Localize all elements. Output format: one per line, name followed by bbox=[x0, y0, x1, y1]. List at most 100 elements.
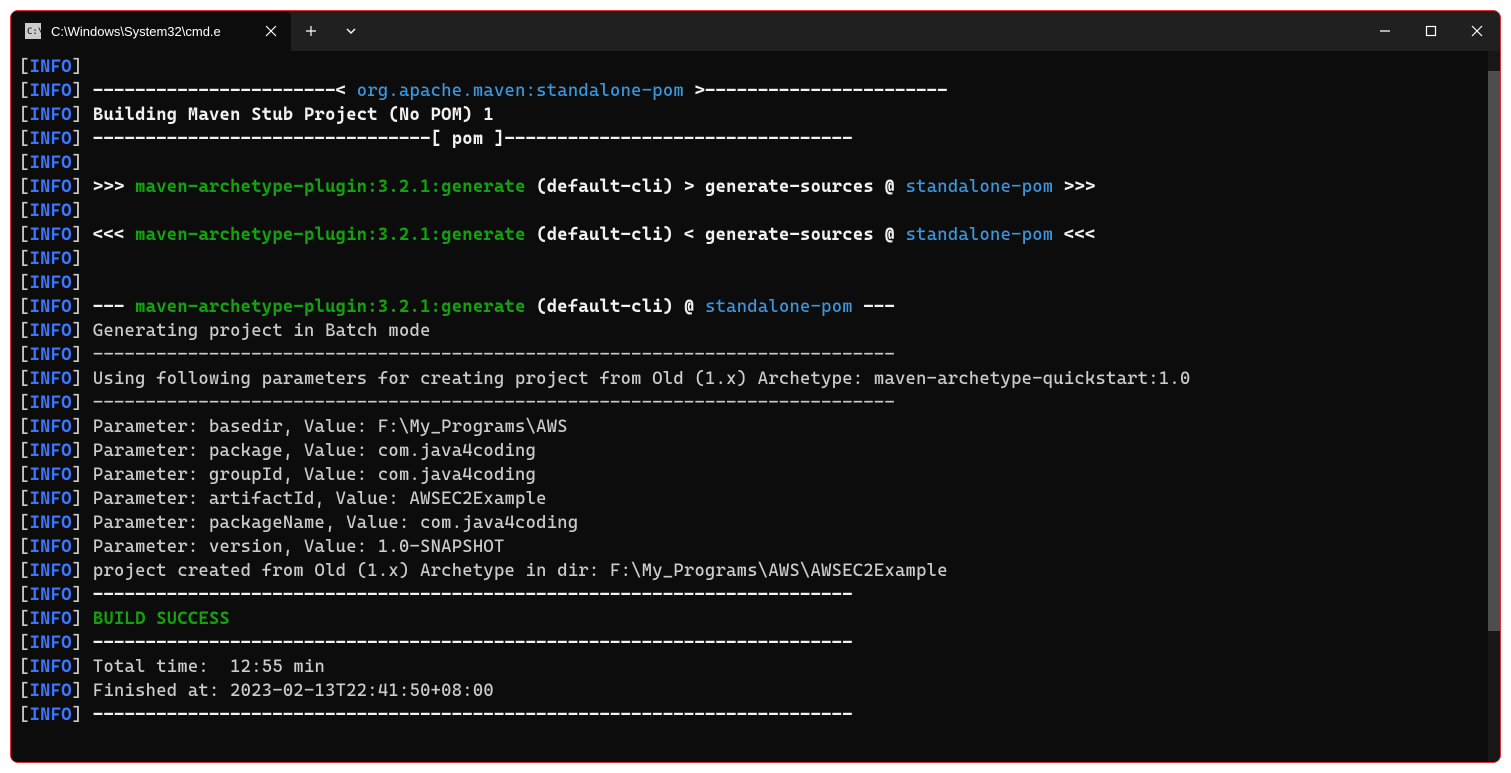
log-level: INFO bbox=[30, 201, 72, 221]
terminal-line: [INFO] bbox=[19, 199, 1492, 223]
tab-close-button[interactable] bbox=[261, 21, 281, 41]
bracket-close: ] bbox=[72, 273, 83, 293]
bracket-close: ] bbox=[72, 297, 83, 317]
log-segment bbox=[82, 225, 93, 245]
window-controls bbox=[1362, 11, 1500, 51]
terminal-line: [INFO] project created from Old (1.x) Ar… bbox=[19, 559, 1492, 583]
log-segment: generate-sources bbox=[705, 177, 874, 197]
log-segment: (default-cli) bbox=[536, 225, 673, 245]
log-segment: project created from Old (1.x) Archetype… bbox=[82, 561, 947, 581]
bracket-open: [ bbox=[19, 81, 30, 101]
log-segment: BUILD SUCCESS bbox=[93, 609, 230, 629]
log-level: INFO bbox=[30, 81, 72, 101]
bracket-close: ] bbox=[72, 249, 83, 269]
terminal-line: [INFO] >>> maven-archetype-plugin:3.2.1:… bbox=[19, 175, 1492, 199]
titlebar-drag-area[interactable] bbox=[371, 11, 1362, 51]
tab-active[interactable]: C:\ C:\Windows\System32\cmd.e bbox=[11, 11, 291, 51]
log-segment: Building Maven Stub Project (No POM) 1 bbox=[93, 105, 494, 125]
log-segment: ----------------------------------------… bbox=[82, 345, 895, 365]
bracket-close: ] bbox=[72, 609, 83, 629]
new-tab-button[interactable] bbox=[291, 11, 331, 51]
bracket-open: [ bbox=[19, 417, 30, 437]
bracket-open: [ bbox=[19, 249, 30, 269]
tab-dropdown-button[interactable] bbox=[331, 11, 371, 51]
log-segment: Parameter: artifactId, Value: AWSEC2Exam… bbox=[82, 489, 546, 509]
log-segment: Parameter: basedir, Value: F:\My_Program… bbox=[82, 417, 567, 437]
log-segment: >>> bbox=[1053, 177, 1095, 197]
bracket-close: ] bbox=[72, 57, 83, 77]
log-level: INFO bbox=[30, 249, 72, 269]
terminal-line: [INFO] Finished at: 2023-02-13T22:41:50+… bbox=[19, 679, 1492, 703]
log-segment: maven-archetype-plugin:3.2.1:generate bbox=[135, 177, 526, 197]
titlebar: C:\ C:\Windows\System32\cmd.e bbox=[11, 11, 1500, 51]
terminal-line: [INFO] Parameter: package, Value: com.ja… bbox=[19, 439, 1492, 463]
log-segment bbox=[82, 177, 93, 197]
log-segment: Parameter: groupId, Value: com.java4codi… bbox=[82, 465, 536, 485]
bracket-open: [ bbox=[19, 537, 30, 557]
bracket-close: ] bbox=[72, 633, 83, 653]
terminal-line: [INFO] bbox=[19, 55, 1492, 79]
log-level: INFO bbox=[30, 657, 72, 677]
log-segment: Parameter: version, Value: 1.0-SNAPSHOT bbox=[82, 537, 504, 557]
terminal-line: [INFO] ---------------------------------… bbox=[19, 343, 1492, 367]
log-level: INFO bbox=[30, 609, 72, 629]
log-level: INFO bbox=[30, 705, 72, 725]
log-level: INFO bbox=[30, 153, 72, 173]
log-segment: generate-sources bbox=[705, 225, 874, 245]
tab-title: C:\Windows\System32\cmd.e bbox=[51, 24, 251, 39]
terminal-output[interactable]: [INFO][INFO] -----------------------< or… bbox=[11, 51, 1500, 762]
minimize-button[interactable] bbox=[1362, 11, 1408, 51]
scrollbar-thumb[interactable] bbox=[1488, 71, 1500, 631]
log-segment: >----------------------- bbox=[684, 81, 948, 101]
log-level: INFO bbox=[30, 273, 72, 293]
terminal-line: [INFO] <<< maven-archetype-plugin:3.2.1:… bbox=[19, 223, 1492, 247]
terminal-line: [INFO] Parameter: packageName, Value: co… bbox=[19, 511, 1492, 535]
bracket-close: ] bbox=[72, 105, 83, 125]
log-level: INFO bbox=[30, 297, 72, 317]
log-segment: Finished at: 2023-02-13T22:41:50+08:00 bbox=[82, 681, 494, 701]
cmd-icon: C:\ bbox=[25, 23, 41, 39]
log-segment: (default-cli) bbox=[536, 297, 673, 317]
log-segment: >>> bbox=[93, 177, 135, 197]
svg-text:C:\: C:\ bbox=[27, 27, 41, 37]
terminal-window: C:\ C:\Windows\System32\cmd.e bbox=[10, 10, 1501, 763]
maximize-button[interactable] bbox=[1408, 11, 1454, 51]
log-level: INFO bbox=[30, 321, 72, 341]
log-segment bbox=[82, 105, 93, 125]
close-button[interactable] bbox=[1454, 11, 1500, 51]
log-level: INFO bbox=[30, 633, 72, 653]
terminal-line: [INFO] bbox=[19, 151, 1492, 175]
log-segment: < bbox=[673, 225, 705, 245]
bracket-open: [ bbox=[19, 201, 30, 221]
bracket-close: ] bbox=[72, 681, 83, 701]
bracket-open: [ bbox=[19, 153, 30, 173]
scrollbar-track[interactable] bbox=[1488, 51, 1500, 762]
bracket-open: [ bbox=[19, 345, 30, 365]
log-level: INFO bbox=[30, 129, 72, 149]
log-level: INFO bbox=[30, 537, 72, 557]
log-level: INFO bbox=[30, 585, 72, 605]
log-segment: standalone-pom bbox=[906, 225, 1054, 245]
bracket-close: ] bbox=[72, 393, 83, 413]
log-level: INFO bbox=[30, 177, 72, 197]
log-segment: Generating project in Batch mode bbox=[82, 321, 430, 341]
log-segment: Total time: 12:55 min bbox=[82, 657, 325, 677]
log-segment: --- bbox=[853, 297, 895, 317]
log-segment: ----------------------------------------… bbox=[93, 633, 853, 653]
log-segment: --------------------------------[ pom ]-… bbox=[93, 129, 853, 149]
log-level: INFO bbox=[30, 345, 72, 365]
log-segment: <<< bbox=[93, 225, 135, 245]
bracket-close: ] bbox=[72, 153, 83, 173]
bracket-open: [ bbox=[19, 633, 30, 653]
log-level: INFO bbox=[30, 489, 72, 509]
log-level: INFO bbox=[30, 561, 72, 581]
log-level: INFO bbox=[30, 369, 72, 389]
bracket-open: [ bbox=[19, 705, 30, 725]
bracket-close: ] bbox=[72, 705, 83, 725]
bracket-open: [ bbox=[19, 465, 30, 485]
terminal-line: [INFO] bbox=[19, 247, 1492, 271]
bracket-close: ] bbox=[72, 561, 83, 581]
bracket-open: [ bbox=[19, 585, 30, 605]
bracket-close: ] bbox=[72, 369, 83, 389]
bracket-open: [ bbox=[19, 369, 30, 389]
